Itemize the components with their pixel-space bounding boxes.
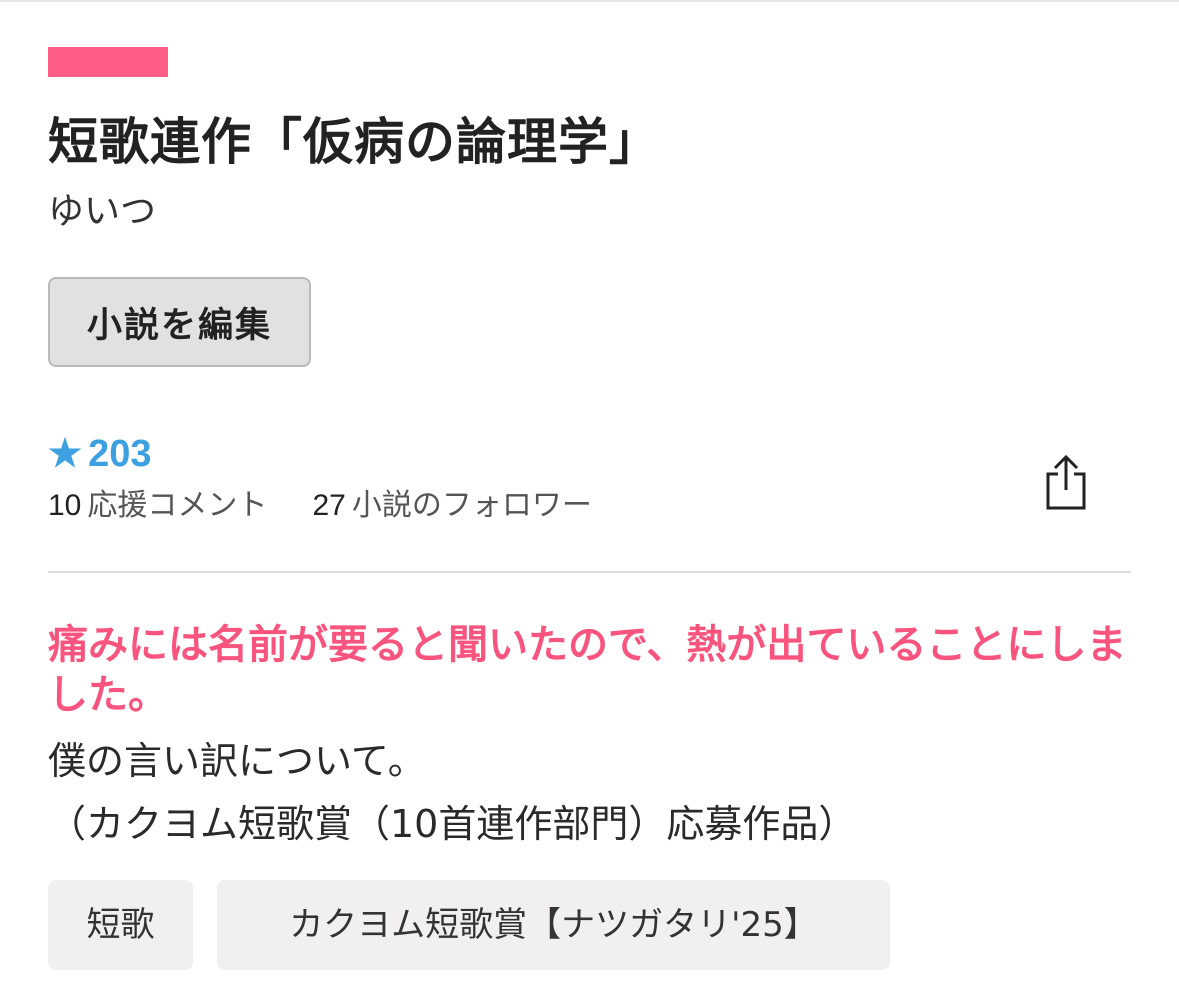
share-icon: [1046, 454, 1086, 510]
work-title: 短歌連作「仮病の論理学」: [48, 113, 660, 171]
edit-novel-button[interactable]: 小説を編集: [48, 277, 311, 367]
followers-count: 27: [312, 489, 346, 522]
followers-stat[interactable]: 27 小説のフォロワー: [303, 488, 592, 523]
comments-stat[interactable]: 10 応援コメント: [48, 488, 277, 523]
section-divider: [48, 571, 1131, 573]
tag-kakuyomu-tanka-award[interactable]: カクヨム短歌賞【ナツガタリ'25】: [217, 880, 890, 970]
work-detail-page: 短歌連作「仮病の論理学」 ゆいつ 小説を編集 ★ 203 10 応援コメント 27…: [0, 0, 1179, 1004]
accent-bar: [48, 47, 168, 77]
followers-label: 小説のフォロワー: [351, 488, 592, 523]
author-name[interactable]: ゆいつ: [48, 188, 156, 236]
comments-count: 10: [48, 489, 82, 522]
introduction-line-2: （カクヨム短歌賞（10首連作部門）応募作品）: [48, 802, 857, 846]
share-button[interactable]: [1036, 450, 1096, 514]
introduction-line-1: 僕の言い訳について。: [48, 739, 426, 783]
tag-tanka[interactable]: 短歌: [48, 880, 193, 970]
catchphrase: 痛みには名前が要ると聞いたので、熱が出ていることにしました。: [48, 622, 1127, 718]
comments-label: 応援コメント: [87, 488, 268, 523]
star-count: 203: [88, 432, 152, 475]
star-icon: ★: [48, 433, 83, 475]
stats-row: 10 応援コメント 27 小説のフォロワー: [48, 484, 592, 528]
star-rating[interactable]: ★ 203: [48, 430, 151, 478]
